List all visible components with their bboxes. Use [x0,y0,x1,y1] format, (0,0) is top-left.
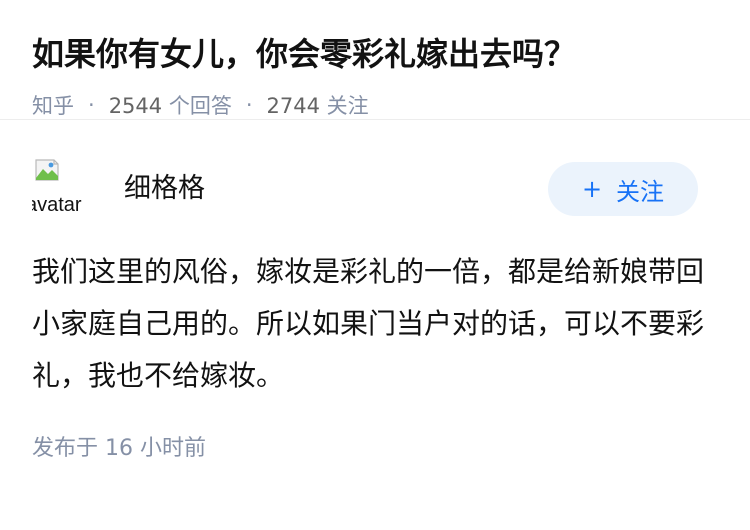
follower-count: 2744 [266,94,320,118]
avatar[interactable]: avatar [32,156,98,222]
follow-button[interactable]: + 关注 [548,162,698,216]
answer-count-link[interactable]: 2544 个回答 [109,90,232,120]
answer-count: 2544 [108,94,163,118]
plus-icon: + [581,175,603,203]
author-row: avatar 细格格 + 关注 [32,156,718,248]
meta-separator: · [88,93,95,117]
author-name[interactable]: 细格格 [124,166,205,205]
avatar-alt-text: avatar [32,194,82,216]
meta-separator: · [245,93,253,117]
time-prefix: 发布于 [32,436,99,461]
answer-card: avatar 细格格 + 关注 我们这里的风俗，嫁妆是彩礼的一倍，都是给新娘带回… [0,156,750,462]
answer-count-label: 个回答 [168,94,232,118]
time-value: 16 小时前 [105,436,207,461]
question-header: 如果你有女儿，你会零彩礼嫁出去吗？ 知乎 · 2544 个回答 · 2744 关… [0,0,750,120]
follow-button-label: 关注 [616,177,665,206]
answer-content[interactable]: 我们这里的风俗，嫁妆是彩礼的一倍，都是给新娘带回小家庭自己用的。所以如果门当户对… [32,246,704,402]
question-meta: 知乎 · 2544 个回答 · 2744 关注 [32,90,718,120]
broken-image-icon [35,159,59,181]
answer-time: 发布于 16 小时前 [32,430,718,462]
follower-count-label: 关注 [326,94,369,118]
follower-count-link[interactable]: 2744 关注 [267,90,369,120]
question-title[interactable]: 如果你有女儿，你会零彩礼嫁出去吗？ [32,30,718,78]
source-label[interactable]: 知乎 [32,90,74,120]
